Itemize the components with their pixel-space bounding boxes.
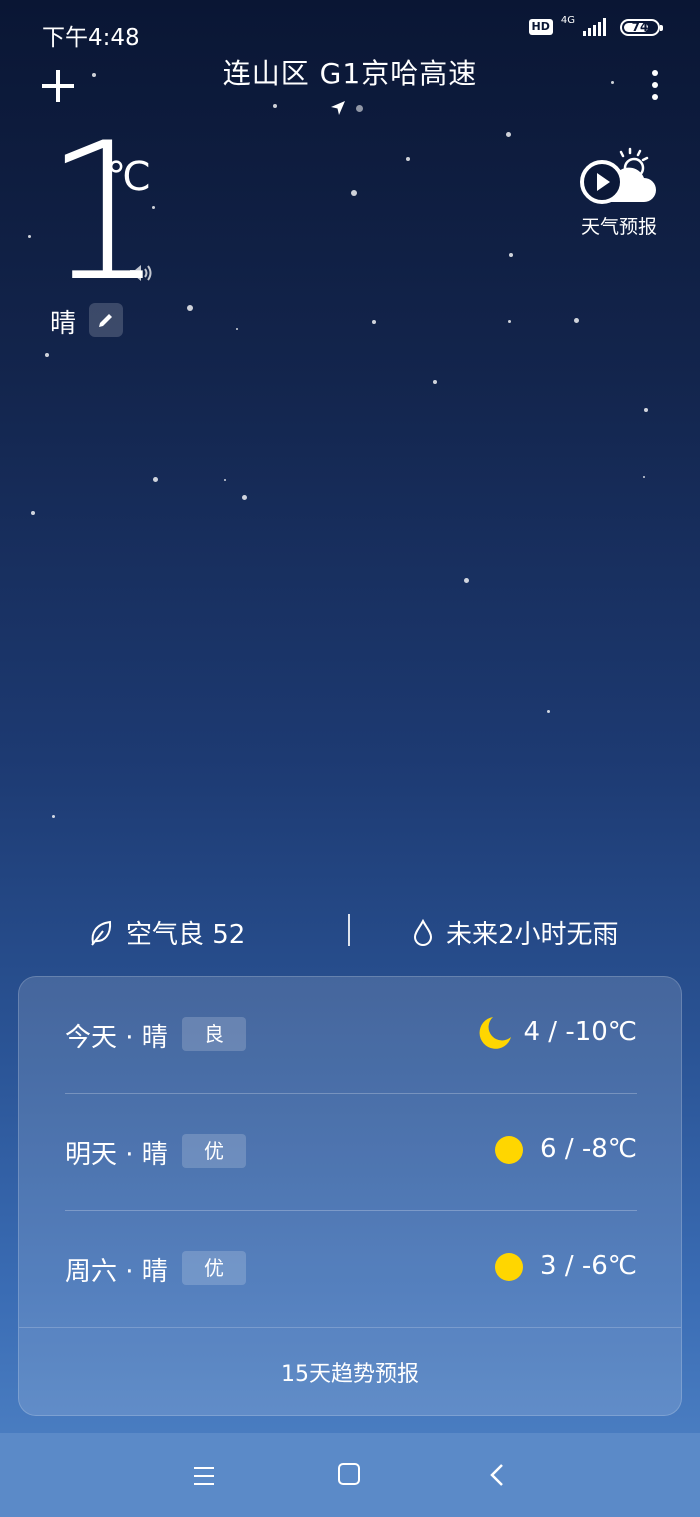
status-icons: HD 4G 74 (528, 15, 663, 36)
menu-icon[interactable] (194, 1461, 218, 1489)
temperature-unit: ℃ (106, 154, 151, 200)
forecast-row-saturday[interactable]: 周六 · 晴 优 3 / -6℃ (65, 1211, 637, 1327)
signal-icon (583, 18, 606, 36)
forecast-card: 今天 · 晴 良 4 / -10℃ 明天 · 晴 优 6 / -8℃ 周六 · … (18, 976, 682, 1416)
navigation-bar (0, 1433, 700, 1517)
star (643, 476, 645, 478)
star (153, 477, 158, 482)
pencil-icon (99, 314, 112, 327)
rain-text: 未来2小时无雨 (446, 920, 619, 950)
temperature-range: 4 / -10℃ (523, 1017, 638, 1047)
leaf-icon (91, 920, 112, 946)
star (372, 320, 376, 324)
hd-badge: HD (528, 19, 553, 35)
battery-level: 74 (631, 20, 649, 34)
moon-icon (479, 1017, 511, 1049)
current-condition: 晴 (50, 309, 77, 339)
aqi-badge: 优 (182, 1251, 246, 1285)
aqi-badge: 优 (182, 1134, 246, 1168)
star (187, 305, 193, 311)
temperature-range: 6 / -8℃ (540, 1134, 637, 1164)
star (644, 408, 648, 412)
star (236, 328, 238, 330)
star (433, 380, 437, 384)
sun-icon (495, 1253, 523, 1281)
speaker-icon[interactable] (128, 262, 154, 284)
location-title[interactable]: 连山区 G1京哈高速 (150, 52, 550, 92)
back-icon[interactable] (486, 1461, 510, 1489)
star (464, 578, 469, 583)
forecast-row-tomorrow[interactable]: 明天 · 晴 优 6 / -8℃ (65, 1094, 637, 1210)
fifteen-day-trend-button[interactable]: 15天趋势预报 (19, 1328, 681, 1416)
info-row: 空气良 52 未来2小时无雨 (0, 910, 700, 954)
location-arrow-icon (331, 101, 345, 115)
battery-icon: 74 (620, 18, 663, 36)
star (52, 815, 55, 818)
weather-screen: 下午4:48 HD 4G 74 连山区 G1京哈高速 1 ℃ 晴 天气预报 空气… (0, 0, 700, 1517)
forecast-day: 明天 · 晴 (65, 1140, 168, 1170)
star (406, 157, 410, 161)
home-icon[interactable] (338, 1463, 360, 1485)
star (92, 73, 96, 77)
star (574, 318, 579, 323)
air-quality-text: 空气良 52 (126, 920, 246, 950)
status-time: 下午4:48 (42, 25, 140, 51)
forecast-day: 今天 · 晴 (65, 1023, 168, 1053)
star (31, 511, 35, 515)
star (506, 132, 511, 137)
forecast-video-button[interactable]: 天气预报 (574, 146, 664, 239)
forecast-video-label: 天气预报 (580, 216, 657, 238)
rain-forecast[interactable]: 未来2小时无雨 (412, 914, 619, 951)
forecast-row-today[interactable]: 今天 · 晴 良 4 / -10℃ (65, 977, 637, 1093)
sun-icon (495, 1136, 523, 1164)
temperature-range: 3 / -6℃ (540, 1251, 637, 1281)
star (224, 479, 226, 481)
plus-icon[interactable] (40, 68, 76, 104)
star (45, 353, 49, 357)
star (28, 235, 31, 238)
star (547, 710, 550, 713)
star (242, 495, 247, 500)
star (509, 253, 513, 257)
weather-video-icon (580, 147, 656, 204)
air-quality[interactable]: 空气良 52 (88, 914, 245, 951)
page-indicators (330, 100, 363, 116)
status-bar: 下午4:48 HD 4G 74 (0, 0, 700, 60)
water-drop-icon (413, 918, 433, 946)
star (508, 320, 511, 323)
star (351, 190, 357, 196)
edit-button[interactable] (89, 303, 123, 337)
page-dot (356, 104, 363, 112)
star (273, 104, 277, 108)
divider (348, 914, 350, 946)
forecast-day: 周六 · 晴 (65, 1257, 168, 1287)
network-type: 4G (560, 15, 575, 26)
star (611, 81, 614, 84)
aqi-badge: 良 (182, 1017, 246, 1051)
more-vertical-icon[interactable] (650, 70, 660, 104)
